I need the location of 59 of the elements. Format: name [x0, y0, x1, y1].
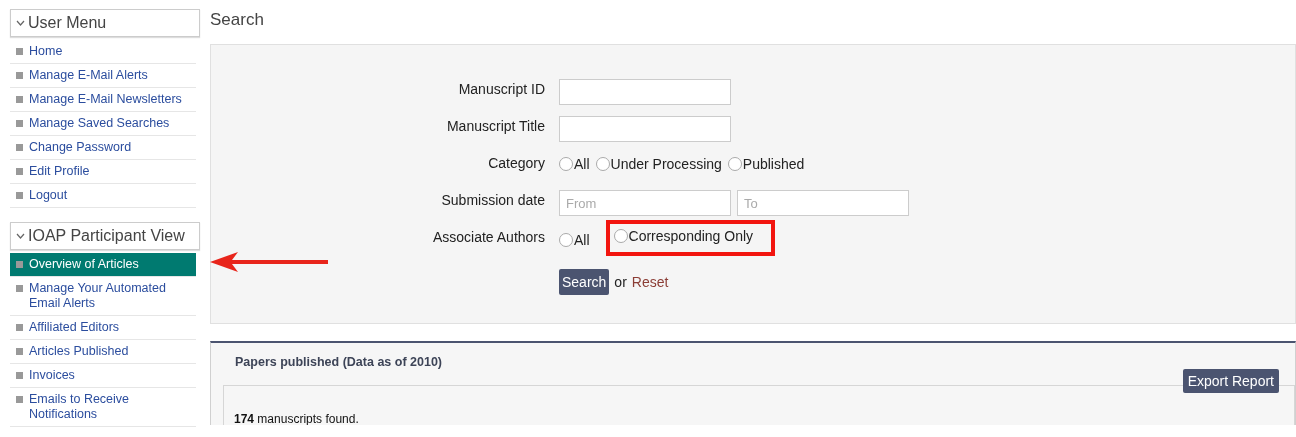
- bullet-icon: [16, 96, 23, 103]
- section-header[interactable]: User Menu: [10, 9, 200, 37]
- bullet-icon: [16, 168, 23, 175]
- date-field[interactable]: To: [737, 190, 909, 216]
- input-field[interactable]: [559, 79, 731, 105]
- sidebar-item[interactable]: Manage Saved Searches: [10, 112, 196, 136]
- bullet-icon: [16, 72, 23, 79]
- radio-button[interactable]: [559, 233, 573, 247]
- bullet-icon: [16, 144, 23, 151]
- sidebar-item[interactable]: Manage E-Mail Alerts: [10, 64, 196, 88]
- option-label: All: [574, 156, 590, 172]
- sidebar-item[interactable]: Edit Profile: [10, 160, 196, 184]
- chevron-icon: [16, 233, 25, 239]
- bullet-icon: [16, 285, 23, 292]
- radio-button[interactable]: [559, 157, 573, 171]
- sidebar-item[interactable]: Emails to Receive Notifications: [10, 388, 196, 427]
- results-count: 174 manuscripts found.: [234, 412, 360, 425]
- sidebar-item[interactable]: Manage E-Mail Newsletters: [10, 88, 196, 112]
- bullet-icon: [16, 192, 23, 199]
- option-label: Under Processing: [610, 156, 722, 172]
- page-title: Search: [210, 10, 265, 30]
- bullet-icon: [16, 324, 23, 331]
- bullet-icon: [16, 48, 23, 55]
- section-header[interactable]: IOAP Participant View: [10, 222, 200, 250]
- bullet-icon: [16, 348, 23, 355]
- export-button[interactable]: Export Report: [1182, 369, 1279, 393]
- chevron-icon: [16, 20, 25, 26]
- radio-button[interactable]: [613, 229, 628, 243]
- sidebar-item[interactable]: Affiliated Editors: [10, 316, 196, 340]
- sidebar-item[interactable]: Articles Published: [10, 340, 196, 364]
- bullet-icon: [16, 120, 23, 127]
- field-label: Manuscript ID: [457, 80, 545, 97]
- option-label: Published: [742, 156, 805, 172]
- panel-title: Papers published (Data as of 2010): [235, 354, 443, 369]
- option-label: All: [574, 232, 590, 248]
- sidebar-item[interactable]: Overview of Articles: [10, 253, 196, 277]
- sidebar-item[interactable]: Invoices: [10, 364, 196, 388]
- or-text: or: [614, 274, 627, 290]
- radio-button[interactable]: [595, 157, 610, 171]
- radio-button[interactable]: [727, 157, 742, 171]
- date-field[interactable]: From: [559, 190, 731, 216]
- field-label: Category: [487, 154, 545, 171]
- field-label: Submission date: [440, 191, 545, 208]
- bullet-icon: [16, 372, 23, 379]
- bullet-icon: [16, 396, 23, 403]
- sidebar-item[interactable]: Manage Your Automated Email Alerts: [10, 277, 196, 316]
- arrow-icon: [208, 251, 330, 273]
- option-label: Corresponding Only: [628, 228, 754, 244]
- sidebar-item[interactable]: Home: [10, 40, 196, 64]
- search-button[interactable]: Search: [559, 269, 610, 295]
- section-title: User Menu: [28, 14, 107, 32]
- sidebar-item[interactable]: Logout: [10, 184, 196, 208]
- input-field[interactable]: [559, 116, 731, 142]
- field-label: Manuscript Title: [445, 117, 545, 134]
- sidebar-item[interactable]: Change Password: [10, 136, 196, 160]
- field-label: Associate Authors: [431, 228, 545, 245]
- bullet-icon: [16, 261, 23, 268]
- section-title: IOAP Participant View: [28, 227, 185, 245]
- reset-link[interactable]: Reset: [631, 274, 669, 290]
